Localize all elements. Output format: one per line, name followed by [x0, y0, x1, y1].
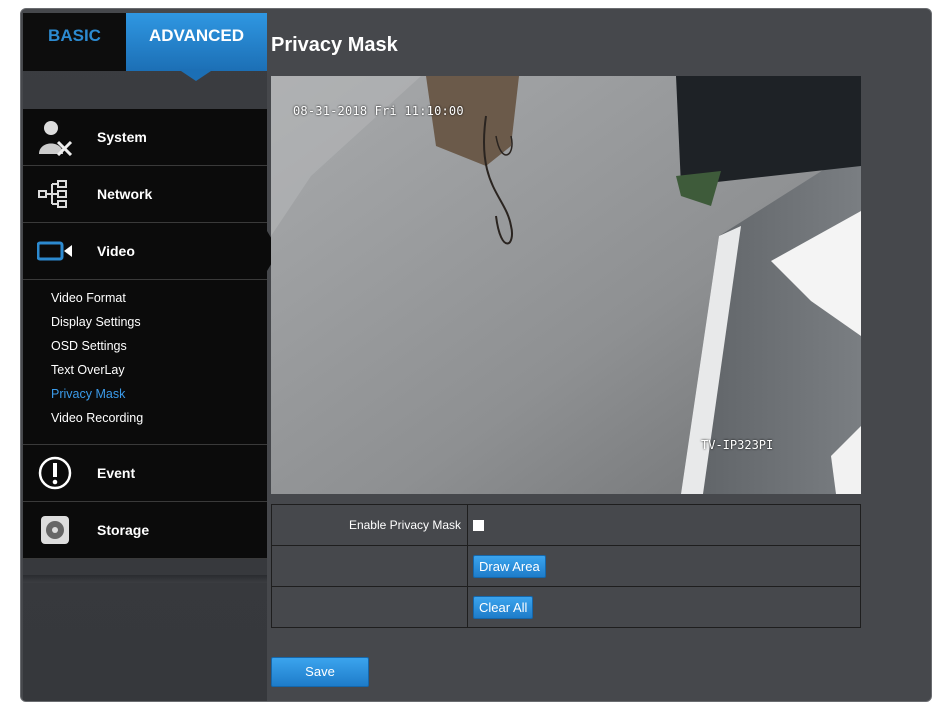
video-camera-icon	[35, 231, 75, 271]
clear-all-cell: Clear All	[467, 586, 861, 628]
submenu-privacy-mask[interactable]: Privacy Mask	[23, 382, 267, 406]
camera-scene	[271, 76, 861, 494]
submenu-text-overlay[interactable]: Text OverLay	[23, 358, 267, 382]
alert-icon	[35, 453, 75, 493]
settings-row: Clear All	[271, 586, 861, 628]
camera-name: TV-IP323PI	[701, 438, 774, 452]
sidebar-item-label: Video	[97, 243, 135, 259]
submenu-display-settings[interactable]: Display Settings	[23, 310, 267, 334]
clear-all-button[interactable]: Clear All	[473, 595, 534, 619]
settings-row: Draw Area	[271, 545, 861, 587]
sidebar-item-video[interactable]: Video	[23, 223, 279, 280]
menu-shadow	[23, 575, 267, 583]
sidebar: BASIC ADVANCED System Network Video Vide…	[23, 13, 279, 701]
enable-privacy-mask-checkbox[interactable]	[473, 520, 484, 532]
empty-label	[271, 545, 468, 587]
video-submenu: Video Format Display Settings OSD Settin…	[23, 280, 267, 445]
submenu-osd-settings[interactable]: OSD Settings	[23, 334, 267, 358]
sidebar-item-event[interactable]: Event	[23, 445, 267, 502]
tab-advanced-pointer	[178, 69, 214, 81]
camera-preview[interactable]: 08-31-2018 Fri 11:10:00 TV-IP323PI	[271, 76, 861, 494]
mode-tabs: BASIC ADVANCED	[23, 13, 267, 81]
sidebar-item-network[interactable]: Network	[23, 166, 267, 223]
sidebar-item-storage[interactable]: Storage	[23, 502, 267, 559]
save-button[interactable]: Save	[271, 657, 369, 687]
enable-privacy-mask-cell	[467, 504, 861, 546]
sidebar-item-label: Event	[97, 465, 136, 481]
submenu-video-recording[interactable]: Video Recording	[23, 406, 267, 430]
network-tree-icon	[35, 174, 75, 214]
disk-icon	[35, 510, 75, 550]
draw-area-button[interactable]: Draw Area	[473, 554, 546, 578]
settings-row: Enable Privacy Mask	[271, 504, 861, 546]
tab-basic[interactable]: BASIC	[23, 13, 126, 71]
camera-timestamp: 08-31-2018 Fri 11:10:00	[293, 104, 464, 118]
sidebar-menu: System Network Video Video Format Displa…	[23, 109, 279, 559]
enable-privacy-mask-label: Enable Privacy Mask	[271, 504, 468, 546]
tab-advanced[interactable]: ADVANCED	[126, 13, 267, 81]
sidebar-item-label: System	[97, 129, 147, 145]
empty-label	[271, 586, 468, 628]
draw-area-cell: Draw Area	[467, 545, 861, 587]
tab-advanced-label: ADVANCED	[148, 26, 245, 45]
sidebar-item-system[interactable]: System	[23, 109, 267, 166]
submenu-video-format[interactable]: Video Format	[23, 286, 267, 310]
user-tools-icon	[35, 117, 75, 157]
sidebar-item-label: Network	[97, 186, 153, 202]
privacy-mask-settings: Enable Privacy Mask Draw Area Clear All	[271, 504, 861, 628]
sidebar-item-label: Storage	[97, 522, 150, 538]
page-title: Privacy Mask	[271, 34, 398, 56]
